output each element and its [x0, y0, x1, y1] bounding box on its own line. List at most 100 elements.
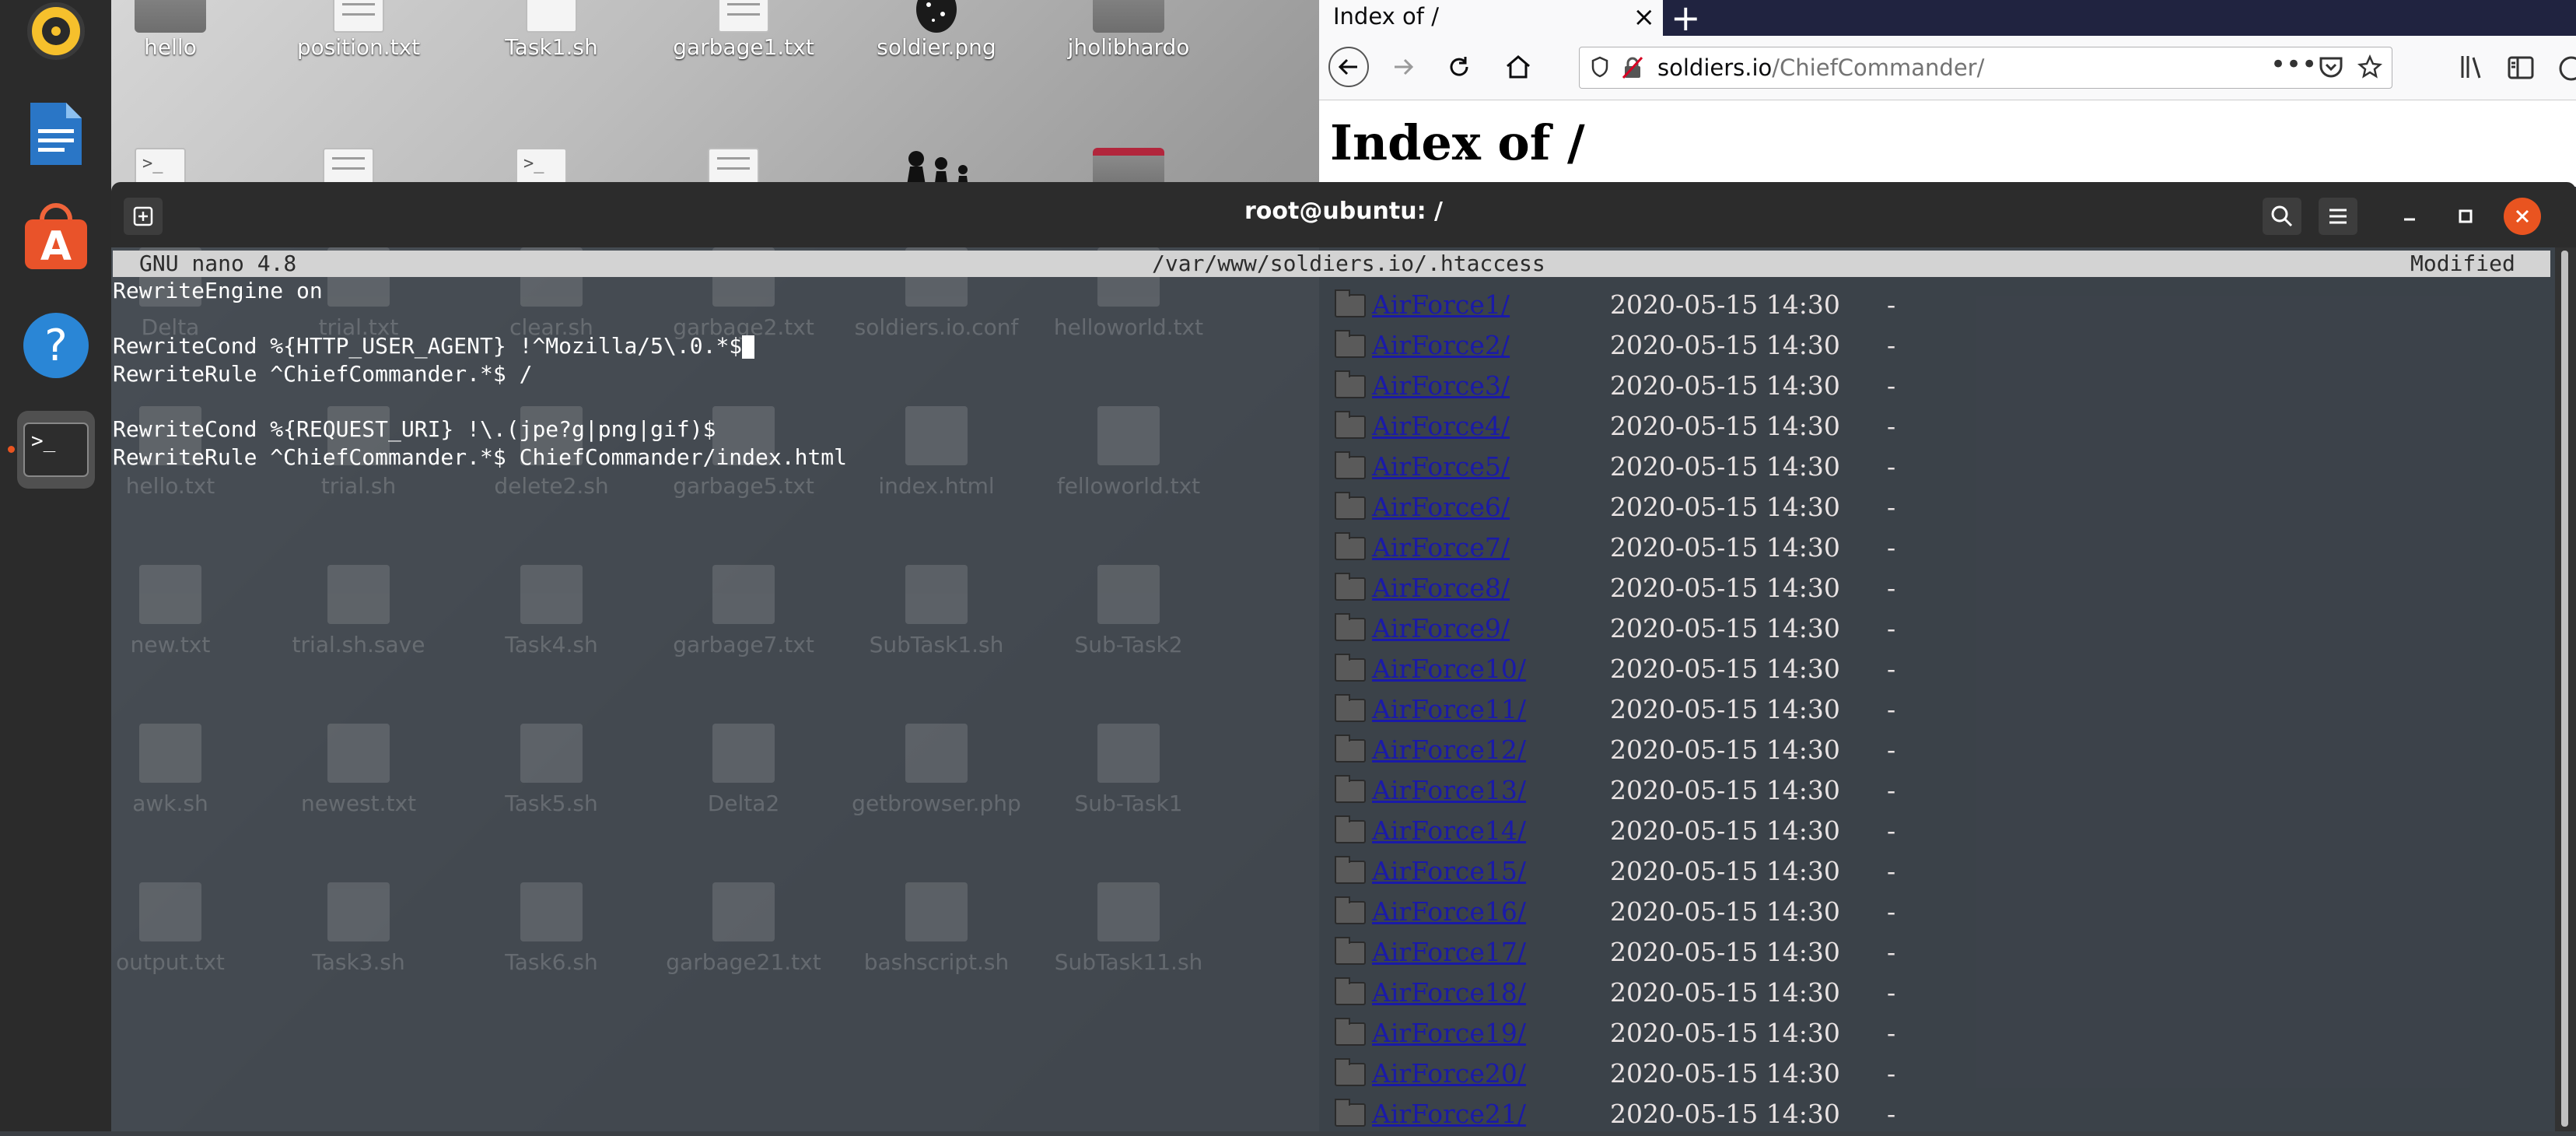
shield-icon[interactable]: [1591, 56, 1609, 81]
folder-link[interactable]: AirForce7/: [1372, 532, 1510, 563]
folder-icon: [1335, 289, 1366, 317]
url-text: soldiers.io/ChiefCommander/: [1657, 54, 1984, 81]
folder-icon: [1335, 613, 1366, 641]
folder-link[interactable]: AirForce14/: [1372, 815, 1526, 846]
modified-date: 2020-05-15 14:30: [1610, 694, 1840, 724]
folder-icon: [1335, 1018, 1366, 1046]
desktop-icon[interactable]: hello: [111, 0, 260, 60]
folder-link[interactable]: AirForce8/: [1372, 573, 1510, 603]
modified-date: 2020-05-15 14:30: [1610, 977, 1840, 1008]
account-icon[interactable]: [2559, 56, 2576, 84]
rhythmbox-icon[interactable]: [17, 0, 95, 70]
forward-icon[interactable]: [1383, 47, 1423, 87]
desktop-icon-behind: SubTask1.sh: [847, 565, 1026, 657]
folder-link[interactable]: AirForce2/: [1372, 330, 1510, 360]
url-host: soldiers.io: [1657, 54, 1773, 81]
desktop-icon-label: hello: [144, 34, 197, 60]
file-icon: [139, 724, 201, 783]
modified-date: 2020-05-15 14:30: [1610, 775, 1840, 805]
new-tab-icon[interactable]: +: [1671, 0, 1701, 39]
editor-line: RewriteEngine on: [113, 277, 1318, 305]
listing-row: AirForce2/2020-05-15 14:30 -: [1335, 327, 1957, 367]
folder-link[interactable]: AirForce20/: [1372, 1058, 1526, 1089]
editor-line: RewriteCond %{REQUEST_URI} !\.(jpe?g|png…: [113, 415, 1318, 444]
file-size: -: [1887, 735, 1896, 765]
folder-link[interactable]: AirForce4/: [1372, 411, 1510, 441]
desktop-icon-behind: Task6.sh: [462, 882, 641, 975]
desktop-icon-label: garbage7.txt: [673, 632, 814, 657]
modified-date: 2020-05-15 14:30: [1610, 856, 1840, 886]
hamburger-menu-icon[interactable]: [2319, 198, 2357, 235]
folder-icon: [1335, 856, 1366, 884]
folder-link[interactable]: AirForce21/: [1372, 1099, 1526, 1129]
desktop-icon[interactable]: position.txt: [269, 0, 448, 60]
nano-filename: /var/www/soldiers.io/.htaccess: [1152, 251, 1545, 276]
folder-link[interactable]: AirForce13/: [1372, 775, 1526, 805]
folder-icon: [1335, 815, 1366, 843]
modified-date: 2020-05-15 14:30: [1610, 654, 1840, 684]
desktop-icon[interactable]: jholibhardo: [1039, 0, 1218, 60]
running-indicator: [8, 446, 15, 453]
listing-row: AirForce6/2020-05-15 14:30 -: [1335, 489, 1957, 529]
svg-text:>_: >_: [31, 430, 56, 453]
folder-icon: [1335, 654, 1366, 682]
file-icon: [1097, 565, 1160, 624]
library-icon[interactable]: [2459, 54, 2487, 82]
file-size: -: [1887, 1018, 1896, 1048]
terminal-titlebar[interactable]: root@ubuntu: /: [111, 182, 2576, 247]
desktop-icon[interactable]: garbage1.txt: [654, 0, 833, 60]
folder-link[interactable]: AirForce3/: [1372, 370, 1510, 401]
folder-link[interactable]: AirForce9/: [1372, 613, 1510, 643]
tab-index[interactable]: Index of / ×: [1319, 0, 1663, 36]
nano-version: GNU nano 4.8: [139, 251, 297, 276]
reload-icon[interactable]: [1439, 47, 1479, 87]
listing-row: AirForce5/2020-05-15 14:30 -: [1335, 448, 1957, 489]
address-bar[interactable]: soldiers.io/ChiefCommander/ •••: [1579, 47, 2392, 89]
desktop-icon[interactable]: >_Task1.sh: [462, 0, 641, 60]
file-size: -: [1887, 977, 1896, 1008]
minimize-icon[interactable]: [2390, 198, 2429, 235]
pocket-icon[interactable]: [2319, 55, 2343, 82]
desktop-icon[interactable]: soldier.png: [847, 0, 1026, 60]
listing-row: AirForce15/2020-05-15 14:30 -: [1335, 853, 1957, 893]
folder-icon: [1335, 532, 1366, 560]
terminal-scrollbar[interactable]: [2555, 247, 2576, 1131]
folder-link[interactable]: AirForce1/: [1372, 289, 1510, 320]
folder-link[interactable]: AirForce5/: [1372, 451, 1510, 482]
folder-link[interactable]: AirForce17/: [1372, 937, 1526, 967]
folder-link[interactable]: AirForce6/: [1372, 492, 1510, 522]
sidebar-icon[interactable]: [2508, 56, 2534, 82]
desktop-icon-behind: trial.sh.save: [269, 565, 448, 657]
folder-link[interactable]: AirForce15/: [1372, 856, 1526, 886]
modified-date: 2020-05-15 14:30: [1610, 1099, 1840, 1129]
back-icon[interactable]: [1328, 47, 1369, 87]
insecure-lock-icon[interactable]: [1622, 56, 1643, 82]
file-size: -: [1887, 330, 1896, 360]
folder-link[interactable]: AirForce18/: [1372, 977, 1526, 1008]
file-size: -: [1887, 451, 1896, 482]
folder-link[interactable]: AirForce16/: [1372, 896, 1526, 927]
nano-editor[interactable]: RewriteEngine on RewriteCond %{HTTP_USER_…: [113, 277, 1318, 471]
close-icon[interactable]: [2504, 198, 2541, 235]
listing-row: AirForce7/2020-05-15 14:30 -: [1335, 529, 1957, 570]
modified-date: 2020-05-15 14:30: [1610, 937, 1840, 967]
file-icon: [1097, 882, 1160, 941]
bookmark-star-icon[interactable]: [2357, 54, 2382, 82]
close-tab-icon[interactable]: ×: [1633, 2, 1656, 33]
maximize-icon[interactable]: [2446, 198, 2485, 235]
desktop-icon-label: jholibhardo: [1067, 34, 1190, 60]
image-file-icon: [901, 0, 972, 33]
editor-line-text: RewriteCond %{REQUEST_URI} !\.(jpe?g|png…: [113, 415, 716, 442]
scrollbar-thumb[interactable]: [2561, 251, 2568, 1127]
page-actions-icon[interactable]: •••: [2270, 49, 2317, 80]
libreoffice-writer-icon[interactable]: [17, 95, 95, 173]
search-icon[interactable]: [2263, 198, 2301, 235]
folder-link[interactable]: AirForce12/: [1372, 735, 1526, 765]
desktop-icon-behind: Task4.sh: [462, 565, 641, 657]
folder-link[interactable]: AirForce10/: [1372, 654, 1526, 684]
home-icon[interactable]: [1498, 47, 1538, 87]
file-icon: [1097, 724, 1160, 783]
folder-link[interactable]: AirForce19/: [1372, 1018, 1526, 1048]
desktop-icon-label: delete2.sh: [494, 473, 609, 499]
folder-link[interactable]: AirForce11/: [1372, 694, 1526, 724]
